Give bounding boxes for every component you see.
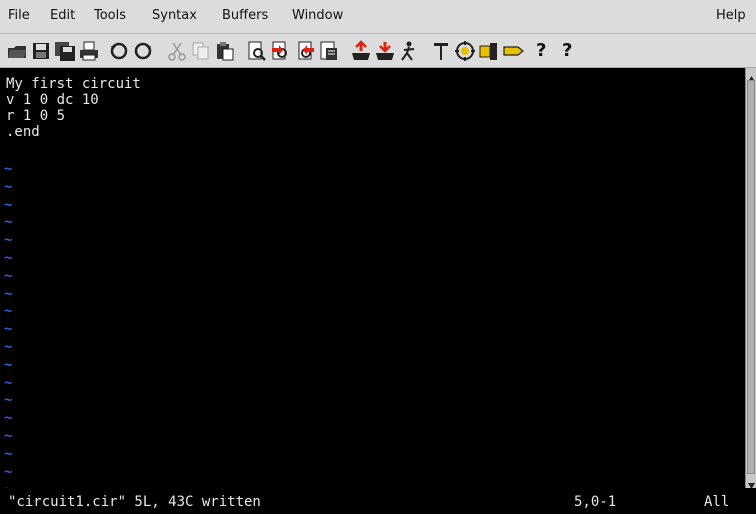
tilde-marker: ~ (4, 196, 13, 213)
tilde-marker: ~ (4, 410, 13, 427)
tilde-marker: ~ (4, 463, 13, 480)
find-icon[interactable] (246, 40, 268, 62)
tilde-marker: ~ (4, 303, 13, 320)
paste-icon[interactable] (214, 40, 236, 62)
find-next-icon[interactable] (270, 40, 292, 62)
tilde-marker: ~ (4, 392, 13, 409)
load-session-icon[interactable] (318, 40, 340, 62)
cut-icon[interactable] (166, 40, 188, 62)
save-icon[interactable] (30, 40, 52, 62)
cursor-position: 5,0-1 (574, 494, 617, 510)
save-all-icon[interactable] (54, 40, 76, 62)
status-line: "circuit1.cir" 5L, 43C written 5,0-1 All (0, 488, 756, 514)
copy-icon[interactable] (190, 40, 212, 62)
tilde-marker: ~ (4, 250, 13, 266)
buffer-line: My first circuit (6, 76, 141, 92)
scroll-thumb[interactable] (747, 80, 755, 474)
menu-syntax[interactable]: Syntax (152, 8, 197, 23)
make-icon[interactable] (398, 40, 420, 62)
open-icon[interactable] (6, 40, 28, 62)
tilde-marker: ~ (4, 428, 13, 444)
menu-help[interactable]: Help (716, 8, 746, 23)
tilde-marker: ~ (4, 178, 13, 195)
tilde-marker: ~ (4, 481, 12, 488)
tilde-marker: ~ (4, 232, 13, 249)
find-help-icon[interactable]: ? (562, 40, 572, 61)
redo-icon[interactable] (132, 40, 154, 62)
ctags-icon[interactable] (502, 40, 524, 62)
tags-icon[interactable] (454, 40, 476, 62)
tilde-marker: ~ (4, 374, 13, 391)
tilde-marker: ~ (4, 267, 13, 284)
tilde-marker: ~ (4, 285, 13, 302)
buffer-line: r 1 0 5 (6, 108, 66, 124)
menu-tools[interactable]: Tools (94, 8, 126, 23)
tilde-marker: ~ (4, 321, 13, 338)
menu-file[interactable]: File (8, 8, 30, 23)
tilde-marker: ~ (4, 356, 13, 373)
menu-edit[interactable]: Edit (50, 8, 75, 23)
scroll-indicator: All (704, 494, 730, 510)
scroll-up-arrow-icon[interactable] (747, 69, 756, 82)
save-session-icon[interactable] (350, 40, 372, 62)
buffer-line: .end (6, 124, 40, 140)
tilde-marker: ~ (4, 445, 13, 462)
run-script-icon[interactable] (374, 40, 396, 62)
print-icon[interactable] (78, 40, 100, 62)
jump-tag-icon[interactable] (478, 40, 500, 62)
toolbar: ? ? (0, 34, 756, 68)
menu-window[interactable]: Window (292, 8, 343, 23)
menu-bar: File Edit Tools Syntax Buffers Window He… (0, 0, 756, 34)
tilde-marker: ~ (4, 161, 13, 177)
tilde-marker: ~ (4, 339, 13, 355)
tilde-marker: ~ (4, 214, 13, 231)
scroll-down-arrow-icon[interactable] (747, 476, 756, 489)
shell-icon[interactable] (430, 40, 452, 62)
buffer-line: v 1 0 dc 10 (6, 92, 99, 108)
status-message: "circuit1.cir" 5L, 43C written (8, 494, 261, 510)
vertical-scrollbar[interactable] (745, 68, 756, 489)
undo-icon[interactable] (108, 40, 130, 62)
find-prev-icon[interactable] (294, 40, 316, 62)
help-icon[interactable]: ? (536, 40, 546, 61)
menu-buffers[interactable]: Buffers (222, 8, 268, 23)
editor-area[interactable]: My first circuit v 1 0 dc 10 r 1 0 5 .en… (0, 68, 745, 488)
